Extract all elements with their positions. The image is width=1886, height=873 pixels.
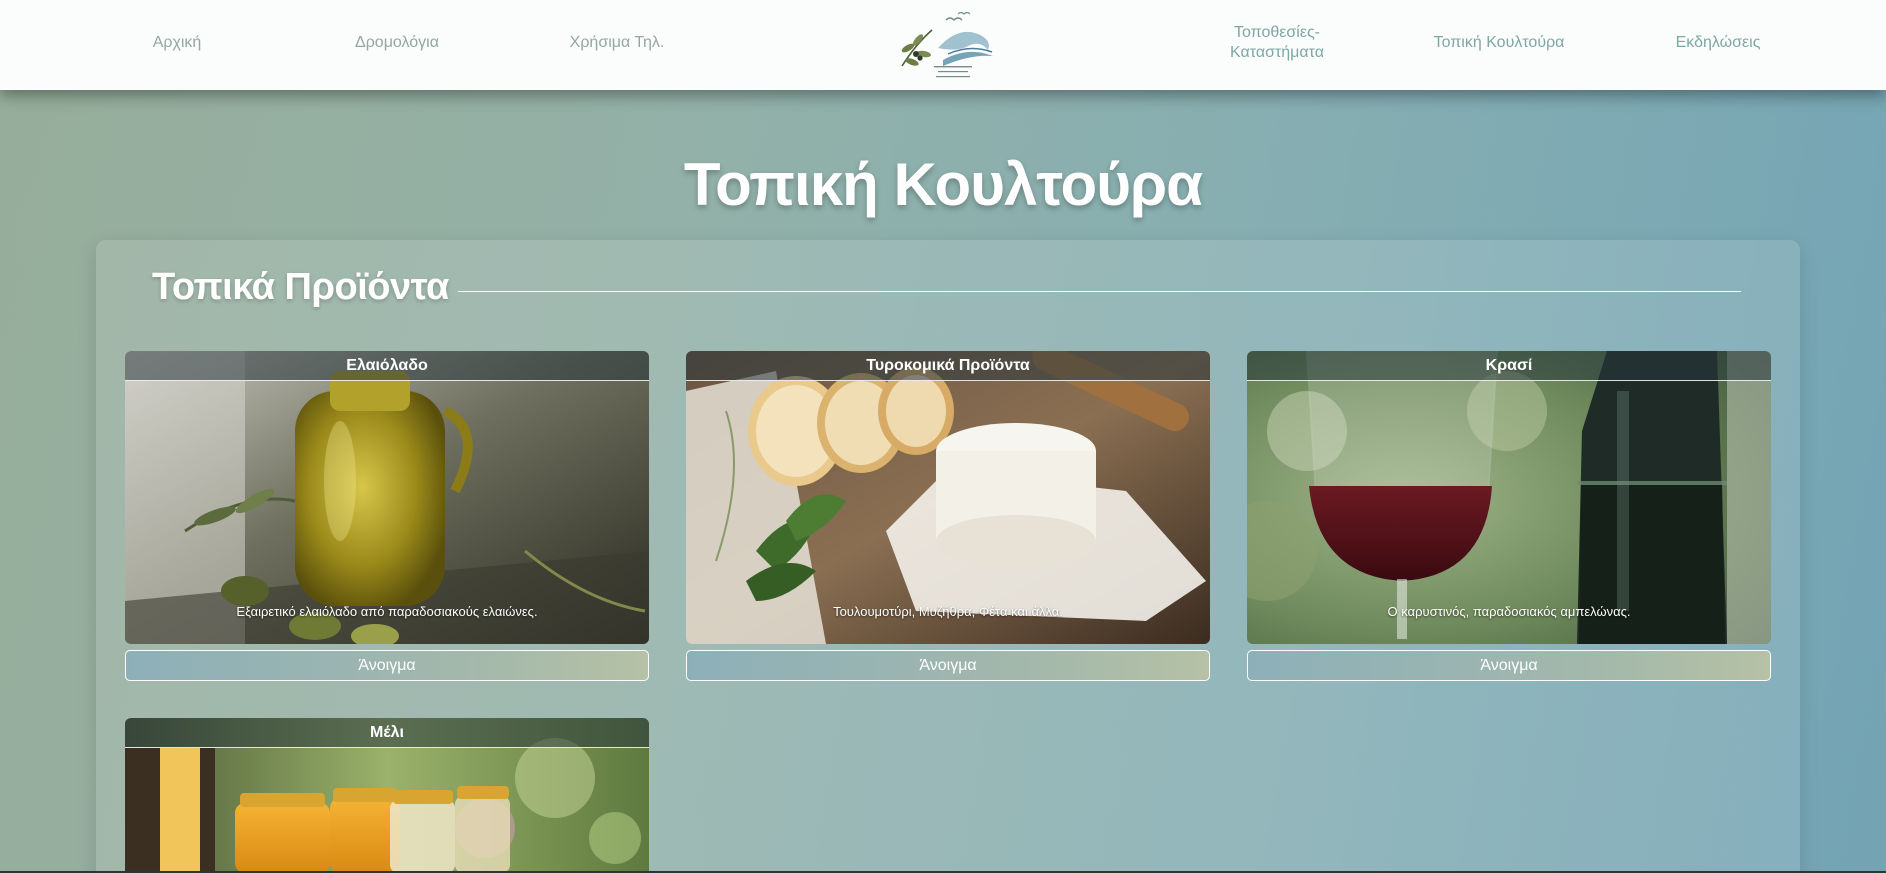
card-title: Κρασί xyxy=(1247,351,1771,381)
nav-local-culture-link[interactable]: Τοπική Κουλτούρα xyxy=(1419,0,1579,86)
product-card-wine: Κρασί Ο καρυστινός, παραδοσιακός αμπελών… xyxy=(1247,351,1771,644)
section-divider xyxy=(458,291,1741,292)
wine-image-icon xyxy=(1247,351,1771,644)
card-description: Ο καρυστινός, παραδοσιακός αμπελώνας. xyxy=(1387,604,1631,619)
olive-oil-image-icon xyxy=(125,351,649,644)
card-description: Εξαιρετικό ελαιόλαδο από παραδοσιακούς ε… xyxy=(236,604,538,619)
card-description: Τουλουμοτύρι, Μυζήθρα, Φέτα και άλλα. xyxy=(833,604,1063,619)
card-title: Τυροκομικά Προϊόντα xyxy=(686,351,1210,381)
product-card-cheese: Τυροκομικά Προϊόντα Τουλουμοτύρι, Μυζήθρ… xyxy=(686,351,1210,644)
card-title: Μέλι xyxy=(125,718,649,748)
card-title: Ελαιόλαδο xyxy=(125,351,649,381)
open-cheese-button[interactable]: Άνοιγμα xyxy=(686,650,1210,681)
product-card-olive-oil: Ελαιόλαδο Εξαιρετικό ελαιόλαδο από παραδ… xyxy=(125,351,649,644)
page-title: Τοπική Κουλτούρα xyxy=(683,151,1203,218)
top-navbar: Αρχική Δρομολόγια Χρήσιμα Τηλ. Τοποθεσίε… xyxy=(0,0,1886,90)
olive-wave-logo-icon xyxy=(901,11,993,78)
section-title: Τοπικά Προϊόντα xyxy=(152,266,449,308)
nav-events-link[interactable]: Εκδηλώσεις xyxy=(1648,0,1788,86)
site-logo[interactable] xyxy=(888,8,1008,82)
open-olive-oil-button[interactable]: Άνοιγμα xyxy=(125,650,649,681)
nav-home-link[interactable]: Αρχική xyxy=(117,0,237,86)
product-card-honey: Μέλι xyxy=(125,718,649,871)
nav-locations-stores-link[interactable]: Τοποθεσίες- Καταστήματα xyxy=(1207,0,1347,86)
cheese-image-icon xyxy=(686,351,1210,644)
nav-routes-link[interactable]: Δρομολόγια xyxy=(327,0,467,86)
open-wine-button[interactable]: Άνοιγμα xyxy=(1247,650,1771,681)
nav-useful-phones-link[interactable]: Χρήσιμα Τηλ. xyxy=(547,0,687,86)
